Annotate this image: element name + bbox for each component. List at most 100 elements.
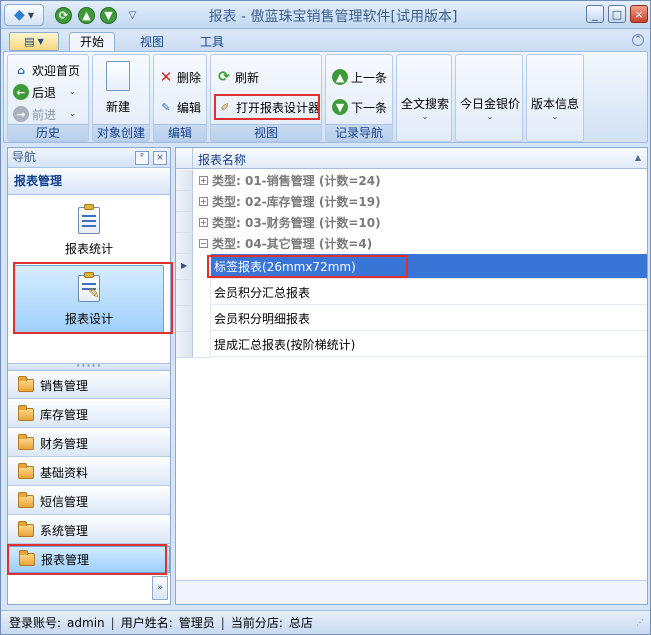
arrow-up-icon[interactable]: ▲ xyxy=(78,7,95,24)
folder-icon xyxy=(18,404,34,421)
forward-arrow-icon: → xyxy=(13,106,29,122)
tab-view[interactable]: 视图 xyxy=(129,32,175,52)
pin-icon[interactable]: ᴾ xyxy=(135,151,149,165)
arrow-down-icon[interactable]: ▼ xyxy=(100,7,117,24)
folder-icon xyxy=(18,462,34,479)
status-separator: | xyxy=(220,615,225,630)
back-arrow-icon: ← xyxy=(13,84,29,100)
tab-home[interactable]: 开始 xyxy=(69,32,116,52)
previous-record-button[interactable]: ▲ 上一条 xyxy=(332,67,387,87)
edit-button[interactable]: ✎ 编辑 xyxy=(158,97,201,117)
column-header-report-name[interactable]: 报表名称 xyxy=(198,151,246,168)
branch-value: 总店 xyxy=(288,616,313,630)
resize-grip-icon[interactable]: ⋰ xyxy=(636,619,648,632)
nav-item-system[interactable]: 系统管理 xyxy=(8,517,170,544)
new-button[interactable]: 新建 xyxy=(106,61,130,115)
nav-close-button[interactable]: × xyxy=(153,151,167,165)
expand-icon[interactable]: + xyxy=(199,218,208,227)
table-row[interactable]: 提成汇总报表(按阶梯统计) xyxy=(211,332,647,357)
window-title: 报表 - 傲蓝珠宝销售管理软件[试用版本] xyxy=(208,9,458,25)
folder-icon xyxy=(18,491,34,508)
user-value: 管理员 xyxy=(178,616,215,630)
collapse-ribbon-icon[interactable]: ⌃ xyxy=(632,34,644,46)
dropdown-icon: ⌄ xyxy=(69,87,76,96)
account-value: admin xyxy=(67,615,105,630)
customize-quick-access-button[interactable]: ▽ xyxy=(124,7,141,24)
row-pointer-icon: ▶ xyxy=(181,261,188,270)
nav-item-finance[interactable]: 财务管理 xyxy=(8,430,170,457)
table-row[interactable]: 会员积分汇总报表 xyxy=(211,280,647,305)
menu-icon: ▤ xyxy=(24,35,35,48)
branch-label: 当前分店: xyxy=(230,616,283,630)
current-row-indicator: ▶ xyxy=(176,254,193,280)
group-row-finance[interactable]: + 类型: 03-财务管理 (计数=10) xyxy=(194,212,647,233)
nav-item-inventory[interactable]: 库存管理 xyxy=(8,401,170,428)
nav-item-sms[interactable]: 短信管理 xyxy=(8,488,170,515)
arrow-up-icon: ▲ xyxy=(332,69,348,85)
group-row-sales[interactable]: + 类型: 01-销售管理 (计数=24) xyxy=(194,170,647,191)
application-menu-button[interactable]: ▤ ▼ xyxy=(9,32,59,51)
arrow-down-icon: ▼ xyxy=(332,99,348,115)
group-label-edit: 编辑 xyxy=(154,124,206,141)
back-button[interactable]: ← 后退 ⌄ xyxy=(13,82,76,102)
table-row[interactable]: 会员积分明细报表 xyxy=(211,306,647,331)
highlight-box xyxy=(207,255,408,278)
refresh-button[interactable]: ⟳ 刷新 xyxy=(216,67,259,87)
app-window: ◆ ▼ ⟳ ▲ ▼ ▽ 报表 - 傲蓝珠宝销售管理软件[试用版本] _ □ × ▤… xyxy=(0,0,651,635)
group-version-info: 版本信息 ⌄ xyxy=(526,54,584,142)
group-view: ⟳ 刷新 ✐ 打开报表设计器 视图 xyxy=(210,54,322,142)
folder-icon xyxy=(18,375,34,392)
version-info-button[interactable]: 版本信息 ⌄ xyxy=(531,95,579,122)
welcome-button[interactable]: ⌂ 欢迎首页 xyxy=(13,60,80,80)
dropdown-icon: ⌄ xyxy=(551,112,559,121)
grid-header: 报表名称 ▲ xyxy=(176,148,647,169)
group-row-inventory[interactable]: + 类型: 02-库存管理 (计数=19) xyxy=(194,191,647,212)
status-separator: | xyxy=(110,615,115,630)
new-document-icon xyxy=(106,61,130,91)
nav-item-basic-data[interactable]: 基础资料 xyxy=(8,459,170,486)
minimize-button[interactable]: _ xyxy=(586,5,604,23)
app-orb-button[interactable]: ◆ ▼ xyxy=(4,4,44,26)
fulltext-search-button[interactable]: 全文搜索 ⌄ xyxy=(401,95,449,122)
group-record-nav: ▲ 上一条 ▼ 下一条 记录导航 xyxy=(325,54,393,142)
refresh-icon: ⟳ xyxy=(218,69,230,85)
clipboard-icon xyxy=(76,203,102,234)
group-label-object-create: 对象创建 xyxy=(93,124,149,141)
refresh-icon[interactable]: ⟳ xyxy=(55,7,72,24)
dropdown-icon: ⌄ xyxy=(69,109,76,118)
group-object-create: 新建 对象创建 xyxy=(92,54,150,142)
nav-splitter[interactable]: ••••• xyxy=(8,363,170,371)
nav-item-report-statistics[interactable]: 报表统计 xyxy=(14,200,164,260)
edit-pencil-icon: ✎ xyxy=(161,100,171,114)
group-history: ⌂ 欢迎首页 ← 后退 ⌄ → 前进 ⌄ 历史 xyxy=(7,54,89,142)
navigation-pane: 导航 ᴾ × 报表管理 报表统计 ✎ 报表设计 ••••• 销售管理 库存管理 … xyxy=(7,147,173,605)
nav-header: 导航 ᴾ × xyxy=(8,148,170,168)
highlight-box xyxy=(7,544,167,575)
report-grid: 报表名称 ▲ + 类型: 01-销售管理 (计数=24) + 类型: 02-库存… xyxy=(175,147,648,605)
expand-icon[interactable]: + xyxy=(199,176,208,185)
tab-tools[interactable]: 工具 xyxy=(189,32,235,52)
ribbon: ⌂ 欢迎首页 ← 后退 ⌄ → 前进 ⌄ 历史 新建 对象创建 ✕ 删除 ✎ 编… xyxy=(3,51,648,143)
nav-more-button[interactable]: » xyxy=(152,576,168,600)
dropdown-icon: ⌄ xyxy=(486,112,494,121)
next-record-button[interactable]: ▼ 下一条 xyxy=(332,97,387,117)
account-label: 登录账号: xyxy=(9,616,62,630)
folder-icon xyxy=(18,520,34,537)
gold-price-button[interactable]: 今日金银价 ⌄ xyxy=(460,95,520,122)
grid-corner xyxy=(176,148,193,168)
sort-ascending-icon: ▲ xyxy=(634,153,641,162)
folder-icon xyxy=(18,433,34,450)
nav-section-title[interactable]: 报表管理 xyxy=(8,169,170,195)
maximize-button[interactable]: □ xyxy=(608,5,626,23)
ribbon-tab-strip: ▤ ▼ 开始 视图 工具 ⌃ xyxy=(1,30,650,52)
nav-item-sales[interactable]: 销售管理 xyxy=(8,372,170,399)
expand-icon[interactable]: + xyxy=(199,197,208,206)
gem-icon: ◆ xyxy=(14,7,25,23)
forward-button[interactable]: → 前进 ⌄ xyxy=(13,104,76,124)
delete-button[interactable]: ✕ 删除 xyxy=(158,67,201,87)
collapse-icon[interactable]: − xyxy=(199,239,208,248)
close-button[interactable]: × xyxy=(630,5,648,23)
user-label: 用户姓名: xyxy=(120,616,173,630)
group-fulltext-search: 全文搜索 ⌄ xyxy=(396,54,452,142)
group-row-other[interactable]: − 类型: 04-其它管理 (计数=4) xyxy=(194,233,647,254)
